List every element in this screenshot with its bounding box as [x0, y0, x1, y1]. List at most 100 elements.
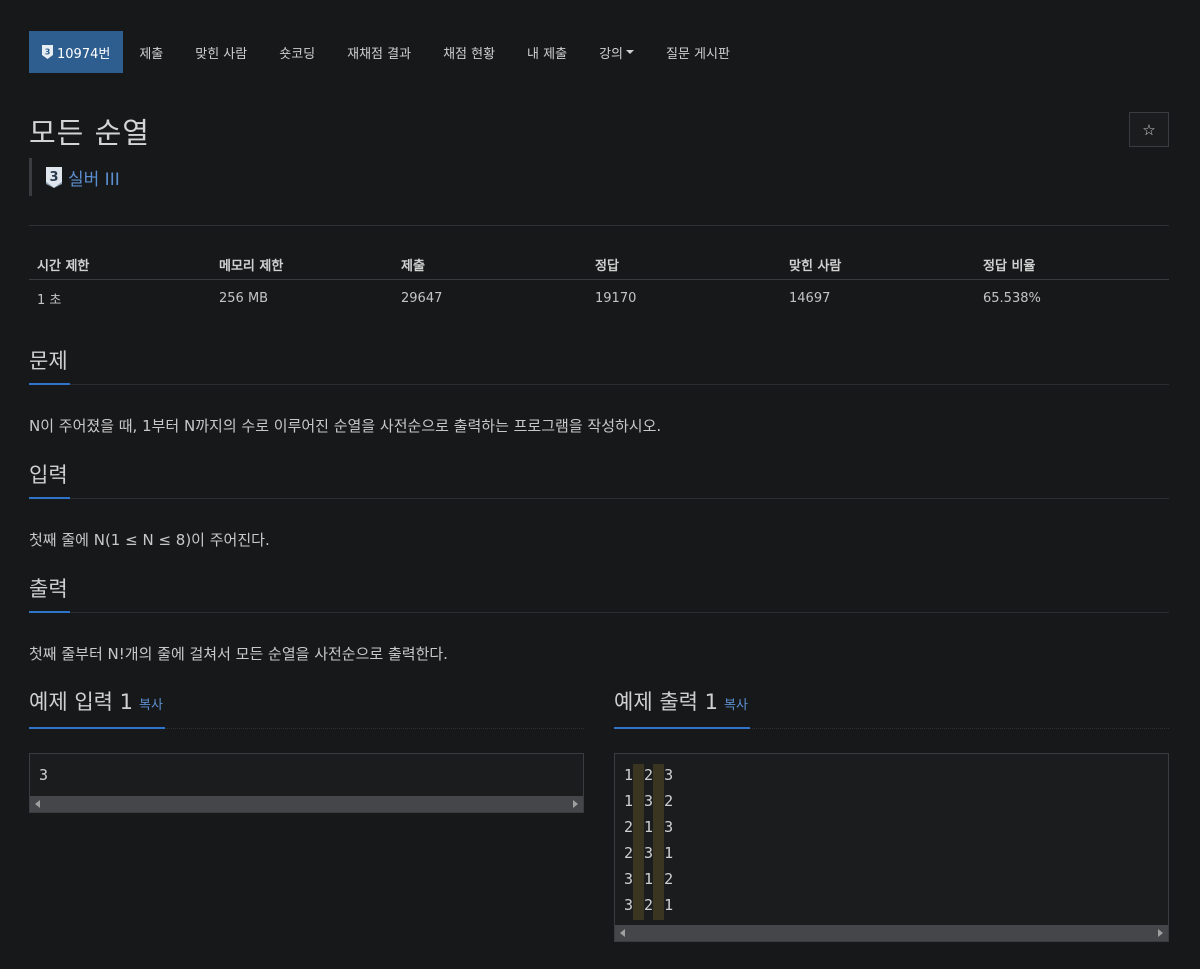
whitespace-highlight: [653, 790, 665, 816]
code-token: 3: [644, 844, 654, 862]
sample-input-title-wrap: 예제 입력 1 복사: [29, 687, 165, 729]
favorite-star-button[interactable]: ☆: [1129, 112, 1169, 147]
table-row: 1 초 256 MB 29647 19170 14697 65.538%: [29, 280, 1169, 316]
time-limit-value: 1 초: [37, 292, 62, 308]
header-solved-users: 맞힌 사람: [789, 258, 842, 274]
horizontal-scrollbar[interactable]: [30, 796, 583, 812]
memory-limit-value: 256 MB: [219, 290, 269, 306]
code-token: 3: [39, 766, 49, 784]
sample-input-title: 예제 입력 1: [29, 690, 133, 714]
header-memory-limit: 메모리 제한: [219, 258, 284, 274]
code-token: 1: [644, 870, 654, 888]
output-section-header: 출력: [29, 575, 1169, 613]
code-token: 1: [644, 818, 654, 836]
code-token: 1: [624, 766, 634, 784]
code-token: 1: [624, 792, 634, 810]
nav-problem-number-label: 10974번: [57, 46, 111, 62]
scroll-right-arrow-icon[interactable]: [573, 800, 578, 808]
nav-solved-users[interactable]: 맞힌 사람: [179, 31, 263, 73]
code-line: 3: [39, 764, 574, 790]
whitespace-highlight: [653, 894, 665, 920]
input-section-header: 입력: [29, 461, 1169, 499]
output-description: 첫째 줄부터 N!개의 줄에 걸쳐서 모든 순열을 사전순으로 출력한다.: [29, 645, 448, 663]
svg-text:3: 3: [45, 48, 51, 57]
whitespace-highlight: [633, 842, 645, 868]
code-token: 2: [624, 818, 634, 836]
nav-lectures-label: 강의: [599, 46, 623, 62]
whitespace-highlight: [653, 816, 665, 842]
input-section-title: 입력: [29, 461, 70, 499]
copy-sample-output-button[interactable]: 복사: [724, 698, 748, 713]
header-accepted: 정답: [595, 258, 619, 274]
silver-tier-badge-icon: 3: [46, 166, 62, 188]
table-header-row: 시간 제한 메모리 제한 제출 정답 맞힌 사람 정답 비율: [29, 249, 1169, 280]
problem-section-header: 문제: [29, 347, 1169, 385]
code-token: 2: [664, 792, 674, 810]
nav-rejudge-results[interactable]: 재채점 결과: [331, 31, 427, 73]
accepted-value: 19170: [595, 290, 637, 306]
header-time-limit: 시간 제한: [37, 258, 90, 274]
sample-output-code[interactable]: 123132213231312321: [614, 753, 1169, 942]
code-line: 231: [624, 842, 1159, 868]
nav-question-board[interactable]: 질문 게시판: [650, 31, 746, 73]
problem-info-table: 시간 제한 메모리 제한 제출 정답 맞힌 사람 정답 비율 1 초 256 M…: [29, 249, 1169, 316]
submissions-value: 29647: [401, 290, 443, 306]
code-token: 2: [624, 844, 634, 862]
code-token: 3: [644, 792, 654, 810]
nav-problem-number[interactable]: 3 10974번: [29, 31, 124, 73]
horizontal-scrollbar[interactable]: [615, 925, 1168, 941]
code-token: 3: [664, 818, 674, 836]
solved-users-value: 14697: [789, 290, 831, 306]
problem-description: N이 주어졌을 때, 1부터 N까지의 수로 이루어진 순열을 사전순으로 출력…: [29, 417, 662, 435]
copy-sample-input-button[interactable]: 복사: [139, 698, 163, 713]
input-description: 첫째 줄에 N(1 ≤ N ≤ 8)이 주어진다.: [29, 531, 270, 549]
code-token: 3: [664, 766, 674, 784]
sample-output-header: 예제 출력 1 복사: [614, 687, 1169, 729]
divider: [29, 225, 1169, 226]
code-line: 132: [624, 790, 1159, 816]
nav-my-submissions[interactable]: 내 제출: [511, 31, 583, 73]
sample-output-title: 예제 출력 1: [614, 690, 718, 714]
problem-title: 모든 순열: [29, 116, 150, 150]
nav-submit[interactable]: 제출: [123, 31, 179, 73]
problem-nav: 3 10974번 제출 맞힌 사람 숏코딩 재채점 결과 채점 현황 내 제출 …: [29, 31, 746, 73]
sample-output-lines: 123132213231312321: [615, 754, 1168, 926]
code-token: 1: [664, 896, 674, 914]
code-token: 2: [644, 766, 654, 784]
header-submissions: 제출: [401, 258, 425, 274]
accept-ratio-value: 65.538%: [983, 290, 1041, 306]
scroll-right-arrow-icon[interactable]: [1158, 929, 1163, 937]
sample-input-lines: 3: [30, 754, 583, 796]
whitespace-highlight: [633, 764, 645, 790]
header-accept-ratio: 정답 비율: [983, 258, 1036, 274]
tier-label[interactable]: 실버 III: [68, 165, 120, 190]
code-line: 312: [624, 868, 1159, 894]
code-token: 3: [624, 870, 634, 888]
nav-short-coding[interactable]: 숏코딩: [263, 31, 331, 73]
scroll-left-arrow-icon[interactable]: [620, 929, 625, 937]
svg-text:3: 3: [49, 170, 58, 185]
silver-tier-icon: 3: [42, 45, 53, 59]
sample-output-title-wrap: 예제 출력 1 복사: [614, 687, 750, 729]
problem-tier: 3 실버 III: [29, 158, 120, 196]
nav-judge-status[interactable]: 채점 현황: [427, 31, 511, 73]
whitespace-highlight: [633, 816, 645, 842]
code-line: 213: [624, 816, 1159, 842]
sample-input-header: 예제 입력 1 복사: [29, 687, 584, 729]
scroll-left-arrow-icon[interactable]: [35, 800, 40, 808]
code-line: 123: [624, 764, 1159, 790]
code-line: 321: [624, 894, 1159, 920]
whitespace-highlight: [633, 894, 645, 920]
nav-lectures-dropdown[interactable]: 강의: [583, 31, 650, 73]
whitespace-highlight: [653, 868, 665, 894]
code-token: 3: [624, 896, 634, 914]
caret-down-icon: [625, 50, 634, 54]
sample-input-code[interactable]: 3: [29, 753, 584, 813]
whitespace-highlight: [633, 868, 645, 894]
output-section-title: 출력: [29, 575, 70, 613]
code-token: 1: [664, 844, 674, 862]
whitespace-highlight: [633, 790, 645, 816]
star-icon: ☆: [1142, 120, 1156, 139]
code-token: 2: [644, 896, 654, 914]
whitespace-highlight: [653, 842, 665, 868]
